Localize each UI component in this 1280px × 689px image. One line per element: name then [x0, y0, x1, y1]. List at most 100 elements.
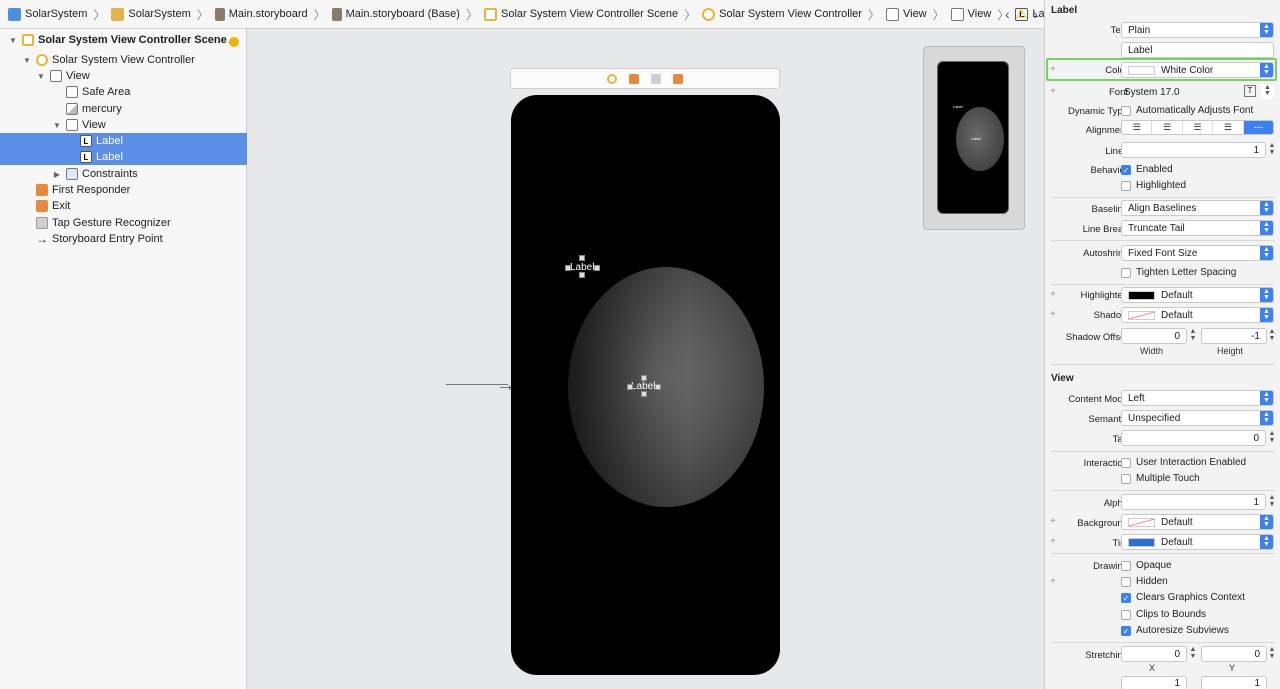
outline-constraints[interactable]: ▶ Constraints [0, 166, 247, 182]
plus-icon[interactable]: + [1050, 309, 1056, 320]
shadow-width-field[interactable]: 0 [1121, 328, 1187, 344]
text-content-field[interactable]: Label [1121, 42, 1274, 58]
stepper-icon[interactable]: ▲ ▼ [1261, 84, 1274, 99]
outline-first-responder[interactable]: First Responder [0, 182, 247, 198]
crumb-storyboard-base[interactable]: Main.storyboard (Base) 〉 [331, 6, 484, 23]
stretch-y-field[interactable]: 0 [1201, 646, 1267, 662]
outline-scene[interactable]: ▼ Solar System View Controller Scene [0, 32, 247, 48]
shadow-height-field[interactable]: -1 [1201, 328, 1267, 344]
baseline-popup[interactable]: Align Baselines ▲ ▼ [1121, 200, 1274, 216]
crumb-view-controller[interactable]: Solar System View Controller 〉 [702, 6, 886, 23]
storyboard-canvas[interactable]: → Label Label Label Label [248, 29, 1044, 689]
align-justify-icon[interactable]: ☰ [1213, 121, 1244, 134]
highlighted-checkbox[interactable]: Highlighted [1121, 180, 1186, 191]
text-type-popup[interactable]: Plain ▲ ▼ [1121, 22, 1274, 38]
warning-icon[interactable]: ⚠ [1016, 6, 1028, 22]
plus-icon[interactable]: + [1050, 289, 1056, 300]
content-mode-popup[interactable]: Left ▲ ▼ [1121, 390, 1274, 406]
clears-context-checkbox[interactable]: ✓ Clears Graphics Context [1121, 592, 1245, 603]
canvas-minimap[interactable]: Label Label [923, 46, 1025, 230]
label-section-title: Label [1051, 5, 1078, 16]
outline-mercury[interactable]: mercury [0, 101, 247, 117]
enabled-checkbox[interactable]: ✓ Enabled [1121, 164, 1173, 175]
font-picker-icon[interactable]: T [1244, 85, 1256, 97]
stepper-icon[interactable]: ▲ ▼ [1268, 494, 1276, 510]
align-right-icon[interactable]: ☰ [1183, 121, 1214, 134]
tag-field[interactable]: 0 [1121, 430, 1266, 446]
alpha-field[interactable]: 1 [1121, 494, 1266, 510]
disclosure-closed-icon[interactable]: ▶ [52, 170, 62, 179]
alignment-segmented-control[interactable]: ☰ ☰ ☰ ☰ --- [1121, 120, 1274, 135]
tighten-spacing-checkbox[interactable]: Tighten Letter Spacing [1121, 267, 1236, 278]
autoshrink-popup[interactable]: Fixed Font Size ▲ ▼ [1121, 245, 1274, 261]
outline-view-controller[interactable]: ▼ Solar System View Controller [0, 52, 247, 68]
user-interaction-checkbox[interactable]: User Interaction Enabled [1121, 457, 1246, 468]
lines-field[interactable]: 1 [1121, 142, 1266, 158]
multiple-touch-checkbox[interactable]: Multiple Touch [1121, 473, 1200, 484]
opaque-checkbox[interactable]: Opaque [1121, 560, 1172, 571]
plus-icon[interactable]: + [1050, 516, 1056, 527]
scene-dock[interactable] [510, 68, 780, 89]
disclosure-open-icon[interactable]: ▼ [22, 56, 32, 65]
plus-icon[interactable]: + [1050, 86, 1056, 97]
clips-bounds-checkbox[interactable]: Clips to Bounds [1121, 609, 1206, 620]
outline-exit[interactable]: Exit [0, 198, 247, 214]
outline-label-1[interactable]: L Label [0, 133, 247, 149]
resize-handle[interactable] [627, 384, 633, 390]
align-center-icon[interactable]: ☰ [1152, 121, 1183, 134]
resize-handle[interactable] [655, 384, 661, 390]
background-color-popup[interactable]: Default ▲ ▼ [1121, 514, 1274, 530]
disclosure-open-icon[interactable]: ▼ [52, 121, 62, 130]
stepper-icon[interactable]: ▲ ▼ [1268, 646, 1276, 662]
crumb-view[interactable]: View 〉 [885, 6, 951, 23]
resize-handle[interactable] [579, 255, 585, 261]
resize-handle[interactable] [579, 272, 585, 278]
font-field[interactable]: System 17.0 T ▲ ▼ [1121, 84, 1274, 100]
tint-color-popup[interactable]: Default ▲ ▼ [1121, 534, 1274, 550]
view-icon [885, 7, 899, 21]
stepper-icon[interactable]: ▲ ▼ [1189, 328, 1197, 344]
plus-icon[interactable]: + [1050, 576, 1056, 587]
exit-icon[interactable] [673, 73, 683, 84]
outline-tap-gesture[interactable]: Tap Gesture Recognizer [0, 215, 247, 231]
back-chevron-icon[interactable]: ‹ [1005, 6, 1010, 22]
stretch-height-field[interactable]: 1 [1201, 676, 1267, 689]
resize-handle[interactable] [641, 375, 647, 381]
view-controller-icon[interactable] [607, 73, 617, 84]
tap-gesture-icon[interactable] [651, 73, 661, 84]
resize-handle[interactable] [594, 265, 600, 271]
highlighted-color-popup[interactable]: Default ▲ ▼ [1121, 287, 1274, 303]
disclosure-open-icon[interactable]: ▼ [8, 36, 18, 45]
lines-stepper-icon[interactable]: ▲ ▼ [1268, 142, 1276, 158]
outline-view[interactable]: ▼ View [0, 68, 247, 84]
crumb-scene[interactable]: Solar System View Controller Scene 〉 [483, 6, 702, 23]
stepper-icon[interactable]: ▲ ▼ [1268, 328, 1276, 344]
align-natural-icon[interactable]: --- [1243, 121, 1273, 134]
auto-adjust-font-checkbox[interactable]: Automatically Adjusts Font [1121, 105, 1253, 116]
outline-label-2[interactable]: L Label [0, 149, 247, 165]
crumb-project[interactable]: SolarSystem 〉 [8, 6, 111, 23]
crumb-folder[interactable]: SolarSystem 〉 [111, 6, 214, 23]
first-responder-icon[interactable] [629, 73, 639, 84]
autoresize-checkbox[interactable]: ✓ Autoresize Subviews [1121, 625, 1229, 636]
stretch-x-field[interactable]: 0 [1121, 646, 1187, 662]
hidden-checkbox[interactable]: Hidden [1121, 576, 1168, 587]
outline-safe-area[interactable]: Safe Area [0, 84, 247, 100]
stepper-icon[interactable]: ▲ ▼ [1189, 646, 1197, 662]
shadow-color-popup[interactable]: Default ▲ ▼ [1121, 307, 1274, 323]
line-break-popup[interactable]: Truncate Tail ▲ ▼ [1121, 220, 1274, 236]
iphone-scene[interactable]: Label Label [511, 95, 780, 675]
disclosure-open-icon[interactable]: ▼ [36, 72, 46, 81]
outline-entry-point[interactable]: → Storyboard Entry Point [0, 231, 247, 247]
crumb-storyboard[interactable]: Main.storyboard 〉 [214, 6, 332, 23]
forward-chevron-icon[interactable]: › [1033, 6, 1038, 22]
stepper-icon[interactable]: ▲ ▼ [1268, 430, 1276, 446]
semantic-popup[interactable]: Unspecified ▲ ▼ [1121, 410, 1274, 426]
plus-icon[interactable]: + [1050, 536, 1056, 547]
popup-arrows-icon: ▲ ▼ [1260, 221, 1273, 235]
resize-handle[interactable] [641, 391, 647, 397]
outline-subview[interactable]: ▼ View [0, 117, 247, 133]
stretch-width-field[interactable]: 1 [1121, 676, 1187, 689]
align-left-icon[interactable]: ☰ [1122, 121, 1153, 134]
resize-handle[interactable] [565, 265, 571, 271]
